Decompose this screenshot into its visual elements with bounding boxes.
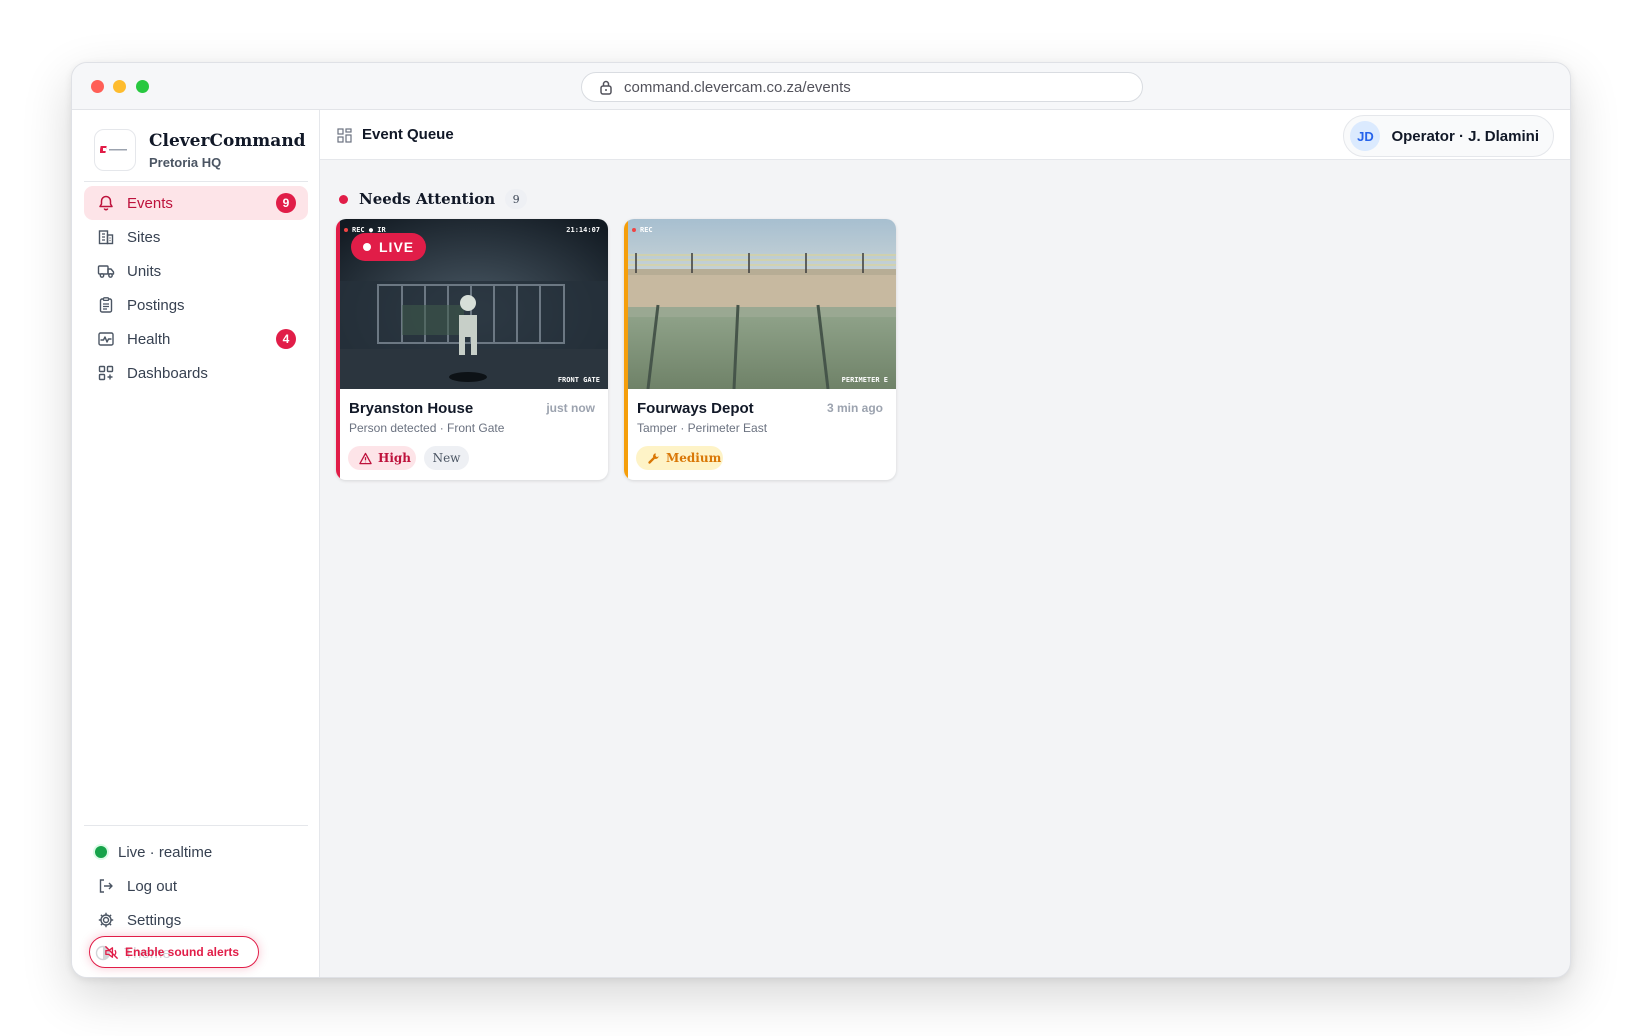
maximize-window-button[interactable] [136,80,149,93]
pulse-icon [98,332,114,346]
brand-logo [94,129,136,171]
sidebar-item-dashboards[interactable]: Dashboards [84,356,308,390]
events-count-badge: 9 [276,193,296,213]
connection-status: Live · realtime [84,835,308,869]
settings-button[interactable]: Settings [84,903,308,937]
camera-rec-overlay: REC [640,226,653,234]
sidebar-item-sites[interactable]: Sites [84,220,308,254]
sidebar-item-label: Units [127,262,162,280]
bell-icon [99,195,113,211]
logout-button[interactable]: Log out [84,869,308,903]
sidebar-item-health[interactable]: Health 4 [84,322,308,356]
status-badge: New [424,446,469,470]
gear-icon [98,912,114,928]
enable-sound-alerts-label: Enable sound alerts [125,945,240,959]
user-name: Operator · J. Dlamini [1391,127,1539,145]
sidebar-item-postings[interactable]: Postings [84,288,308,322]
status-online-icon [95,846,107,858]
camera-snapshot[interactable]: REC PERIMETER E [628,219,896,389]
browser-window: command.clevercam.co.za/events CleverCom… [71,62,1571,978]
event-description: Tamper · Perimeter East [637,421,768,435]
settings-label: Settings [127,911,182,929]
clipboard-icon [99,297,113,313]
sidebar-item-units[interactable]: Units [84,254,308,288]
address-bar[interactable]: command.clevercam.co.za/events [581,72,1143,102]
top-bar: Event Queue JD Operator · J. Dlamini [320,110,1570,160]
sidebar-nav: Events 9 Sites Units Postings Health 4 D… [84,186,308,390]
sidebar-item-events[interactable]: Events 9 [84,186,308,220]
logout-icon [99,879,113,893]
event-site-name: Fourways Depot [637,400,754,417]
warning-icon [359,452,372,464]
user-menu[interactable]: JD Operator · J. Dlamini [1343,115,1554,157]
connection-status-label: Live · realtime [118,843,213,861]
sidebar: CleverCommand Pretoria HQ Events 9 Sites… [72,110,320,977]
event-site-name: Bryanston House [349,400,474,417]
lock-icon [600,80,612,95]
brand[interactable]: CleverCommand Pretoria HQ [94,129,306,171]
event-description: Person detected · Front Gate [349,421,505,435]
sidebar-footer-divider [84,825,308,826]
sidebar-item-label: Postings [127,296,185,314]
camera-clock-overlay: 21:14:07 [566,226,600,234]
dashboard-icon [98,365,114,381]
event-card[interactable]: REC ● IR 21:14:07 FRONT GATE LIVE Bryans… [336,219,608,480]
building-icon [98,230,114,245]
sidebar-item-label: Sites [127,228,161,246]
sidebar-item-label: Events [127,194,173,212]
live-dot-icon [363,243,371,251]
brand-location: Pretoria HQ [149,154,222,170]
perimeter-camera-image [628,219,896,389]
severity-badge: Medium [636,446,723,470]
queue-icon [337,128,352,143]
health-count-badge: 4 [276,329,296,349]
sound-off-icon [104,945,119,959]
camera-name-overlay: FRONT GATE [557,376,600,384]
page-title: Event Queue [362,126,454,143]
browser-titlebar: command.clevercam.co.za/events [72,63,1570,110]
camera-snapshot[interactable]: REC ● IR 21:14:07 FRONT GATE LIVE [340,219,608,389]
wrench-icon [648,452,659,464]
severity-badge: High [348,446,416,470]
attention-indicator [339,194,348,204]
close-window-button[interactable] [91,80,104,93]
sidebar-footer: Live · realtime Log out Settings [84,835,308,937]
event-time: just now [546,401,595,415]
address-url: command.clevercam.co.za/events [624,78,851,96]
truck-icon [97,265,115,278]
brand-name: CleverCommand [149,130,306,151]
live-badge: LIVE [351,233,427,261]
logout-label: Log out [127,877,178,895]
status-label: New [432,451,461,465]
section-title: Needs Attention [359,190,496,208]
needs-attention-header: Needs Attention 9 [339,189,528,209]
avatar: JD [1350,121,1381,151]
sidebar-divider [84,181,308,182]
camera-name-overlay: PERIMETER E [841,376,888,384]
sidebar-item-label: Health [127,330,171,348]
enable-sound-alerts-button[interactable]: Enable sound alerts [89,936,259,968]
sidebar-item-label: Dashboards [127,364,208,382]
live-label: LIVE [379,239,415,255]
severity-label: Medium [666,451,722,465]
event-time: 3 min ago [826,401,883,415]
section-count-badge: 9 [505,189,528,209]
minimize-window-button[interactable] [113,80,126,93]
severity-label: High [378,451,412,465]
event-card[interactable]: REC PERIMETER E Fourways Depot 3 min ago… [624,219,896,480]
